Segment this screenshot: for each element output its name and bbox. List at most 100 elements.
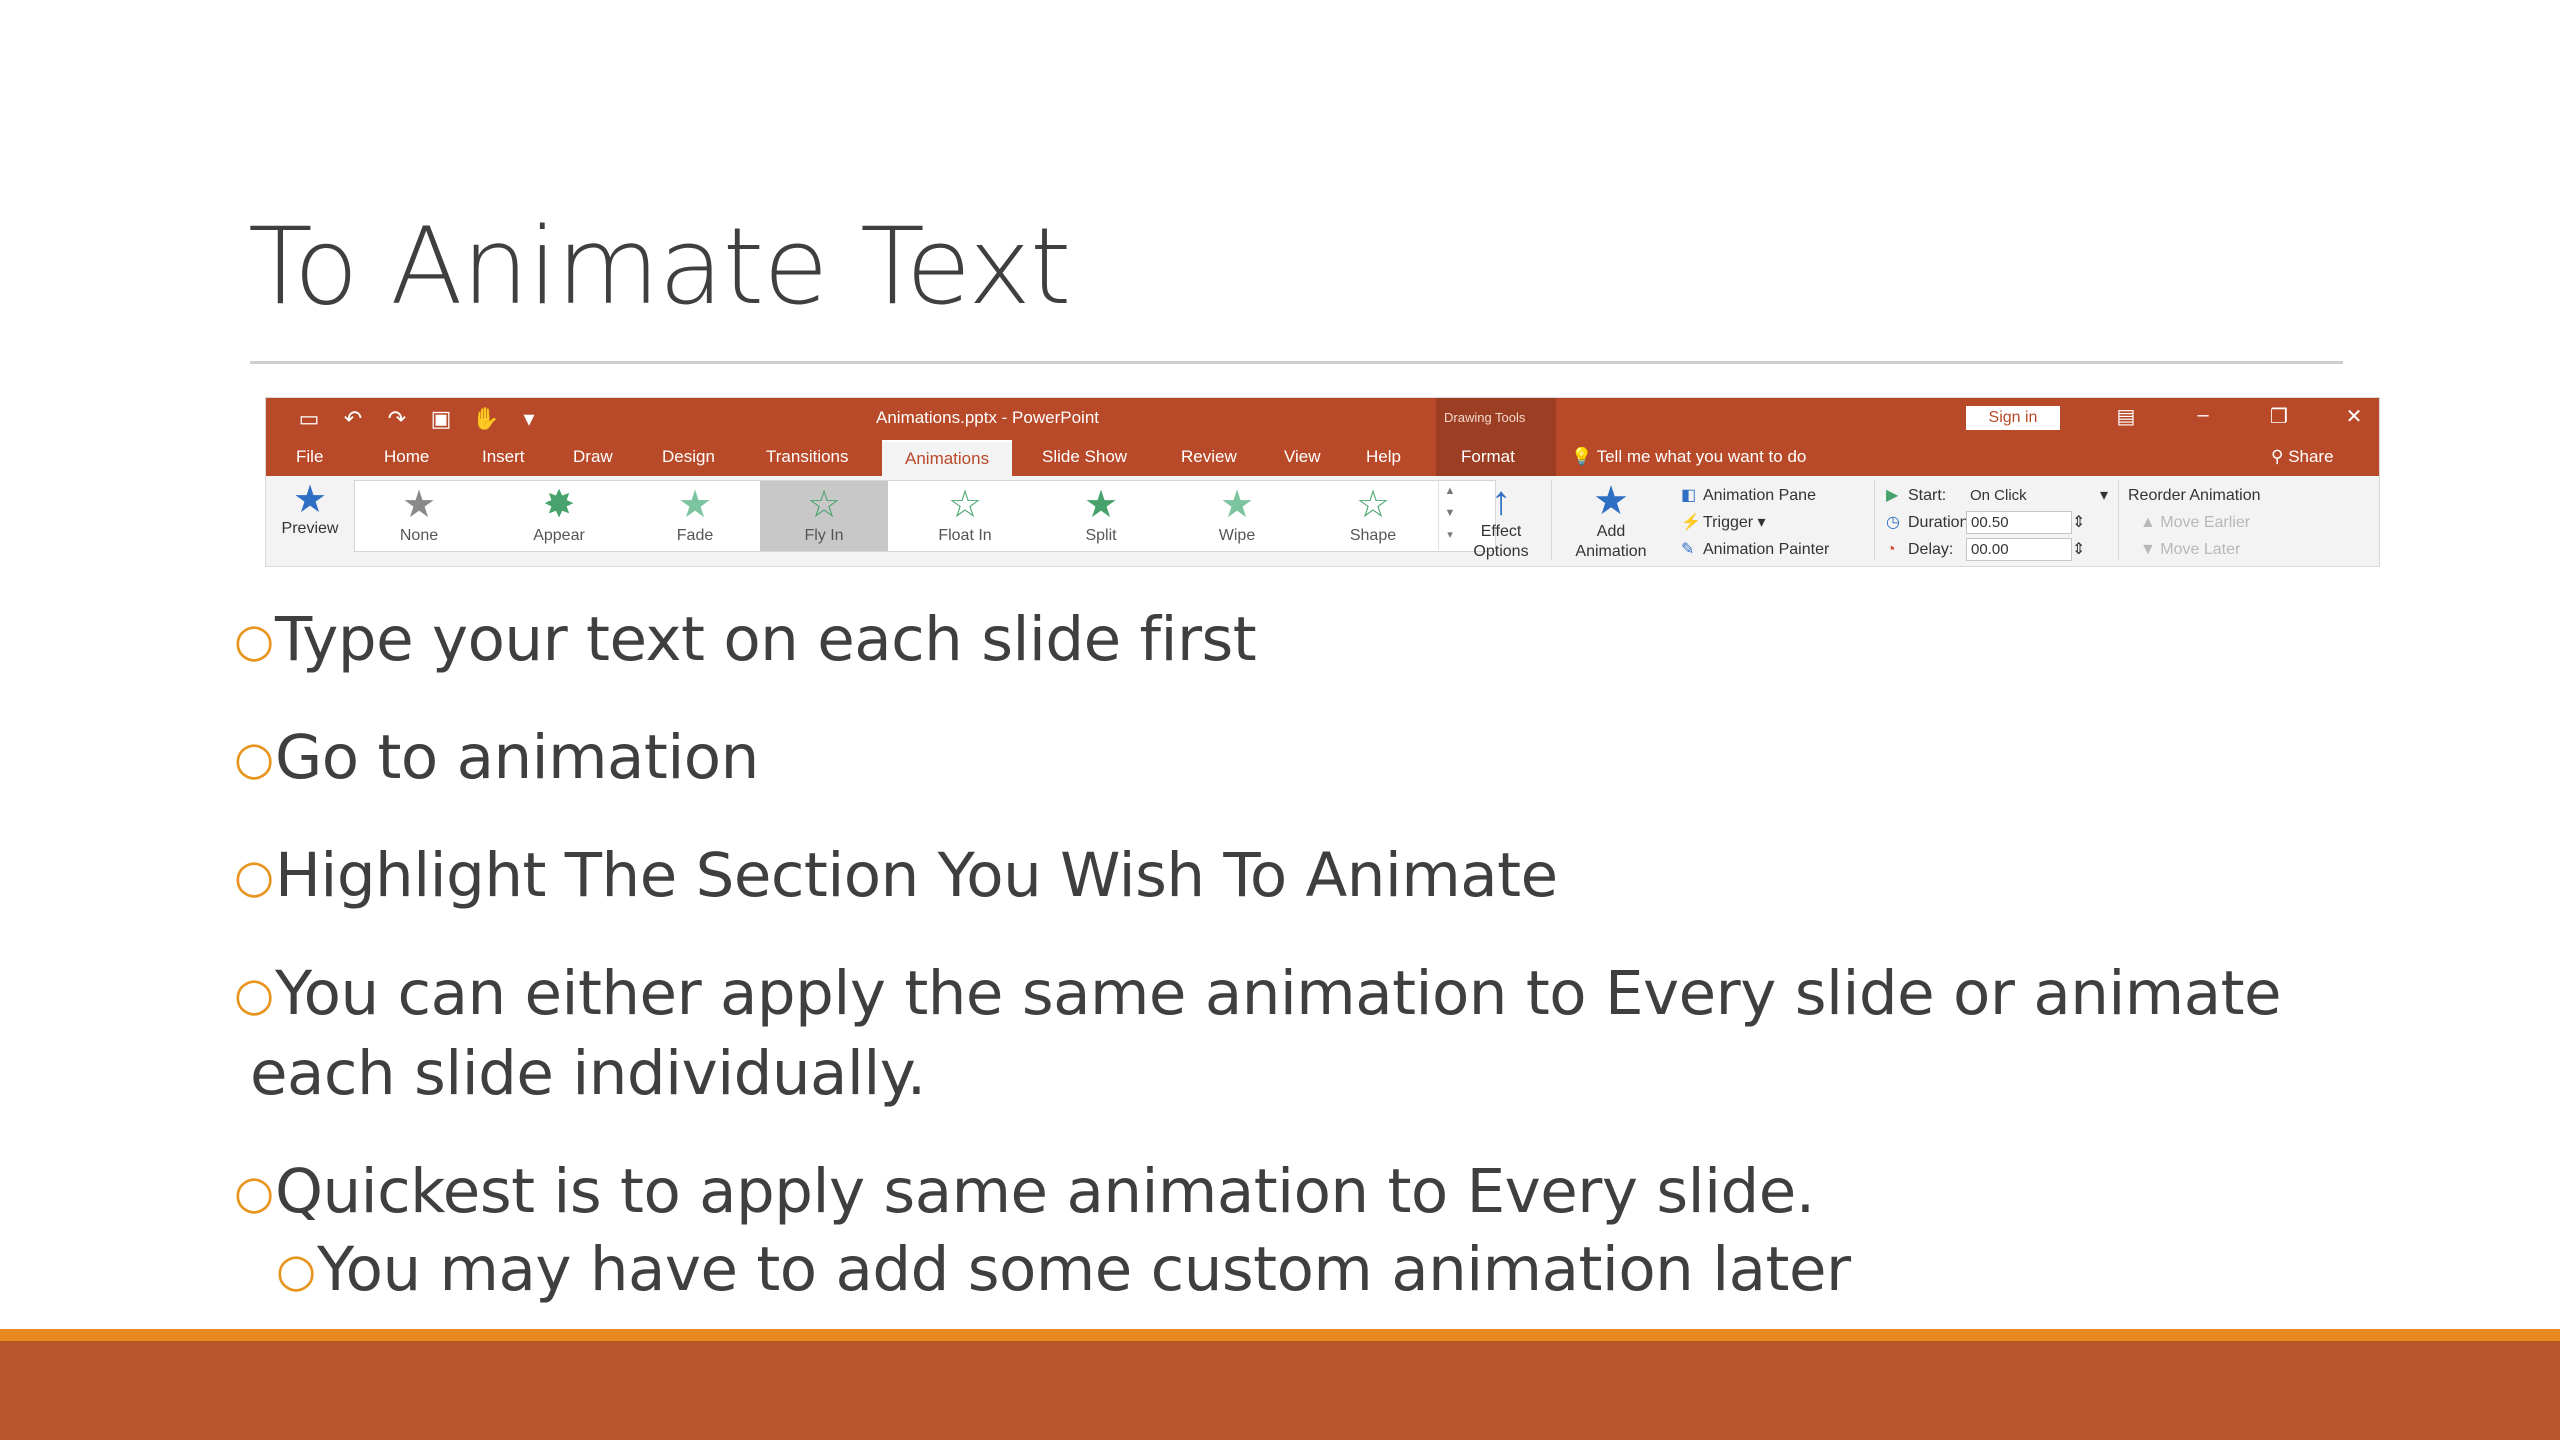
add-animation-label-2: Animation [1575,543,1647,560]
animation-float-in[interactable]: ☆ Float In [901,481,1029,551]
ribbon-display-icon[interactable]: ▤ [2111,404,2141,429]
duration-stepper[interactable]: ⇕ [2072,509,2085,536]
star-icon: ☆ [947,484,983,526]
animation-label: Shape [1349,527,1397,544]
start-row: ▶ Start: On Click ▾ [1886,482,2108,509]
animation-label: Fly In [804,527,844,544]
restore-icon[interactable]: ❐ [2264,404,2294,429]
tab-transitions[interactable]: Transitions [766,440,849,476]
chevron-down-icon[interactable]: ▾ [2100,482,2108,509]
tab-slide-show[interactable]: Slide Show [1042,440,1127,476]
tell-me-label: Tell me what you want to do [1596,447,1807,466]
bullet-text: You can either apply the same animation … [275,958,2282,1029]
star-icon: ★ [401,484,437,526]
scroll-down-icon[interactable]: ▼ [1439,502,1461,524]
lightning-icon: ⚡ [1681,514,1701,531]
play-icon: ▶ [1886,487,1899,504]
start-select[interactable]: On Click [1966,482,2100,509]
tab-view[interactable]: View [1284,440,1321,476]
circle-bullet-icon: ○ [234,613,274,667]
drawing-tools-label: Drawing Tools [1444,410,1526,425]
footer-bar [0,1341,2560,1440]
animation-painter-button[interactable]: ✎ Animation Painter [1681,536,1829,563]
tell-me-search[interactable]: 💡 Tell me what you want to do [1571,440,1806,476]
animation-fade[interactable]: ★ Fade [631,481,759,551]
animation-label: Fade [676,527,714,544]
trigger-button[interactable]: ⚡ Trigger ▾ [1681,509,1829,536]
animation-none[interactable]: ★ None [355,481,483,551]
tab-file[interactable]: File [296,440,323,476]
person-icon: ⚲ [2271,447,2284,466]
move-earlier-button[interactable]: ▲ Move Earlier [2128,509,2261,536]
sign-in-button[interactable]: Sign in [1966,406,2060,430]
more-icon[interactable]: ▾ [1439,524,1461,546]
bullet-item: ○ You can either apply the same animation… [230,954,2330,1114]
clock-icon: ◷ [1886,514,1900,531]
animation-label: Float In [938,527,992,544]
minimize-icon[interactable]: – [2188,404,2218,427]
animation-appear[interactable]: ✸ Appear [495,481,623,551]
duration-label: Duration: [1908,514,1973,531]
star-icon: ☆ [1355,484,1391,526]
delay-input[interactable]: 00.00 [1966,538,2072,561]
timer-icon: ◔ [1886,541,1896,558]
bullet-text: Highlight The Section You Wish To Animat… [275,840,1558,911]
tab-animations[interactable]: Animations [882,440,1013,476]
move-earlier-label: Move Earlier [2160,514,2251,531]
duration-input[interactable]: 00.50 [1966,511,2072,534]
delay-label: Delay: [1908,541,1954,558]
tab-review[interactable]: Review [1181,440,1237,476]
bullet-item: ○ Highlight The Section You Wish To Anima… [230,836,2330,916]
document-title: Animations.pptx - PowerPoint [876,408,1099,427]
undo-icon[interactable]: ↶ [340,406,366,432]
redo-icon[interactable]: ↷ [384,406,410,432]
timing-group: ▶ Start: On Click ▾ ◷ Duration: 00.50 ⇕ ◔ Dela… [1886,482,2108,563]
present-icon[interactable]: ▣ [428,406,454,432]
circle-bullet-icon: ○ [234,1165,274,1219]
duration-row: ◷ Duration: 00.50 ⇕ [1886,509,2108,536]
bullet-item: ○ Type your text on each slide first [230,600,2330,680]
animation-pane-icon: ◧ [1681,487,1697,504]
gallery-scroll[interactable]: ▲ ▼ ▾ [1438,480,1461,550]
animation-pane-button[interactable]: ◧ Animation Pane [1681,482,1829,509]
close-icon[interactable]: ✕ [2339,404,2369,429]
animation-split[interactable]: ★ Split [1037,481,1165,551]
quick-access-toolbar: ▭ ↶ ↷ ▣ ✋ ▾ [296,406,542,432]
delay-stepper[interactable]: ⇕ [2072,536,2085,563]
scroll-up-icon[interactable]: ▲ [1439,480,1461,502]
customize-toolbar-icon[interactable]: ▾ [516,406,542,432]
bullet-text: Quickest is to apply same animation to E… [275,1156,1815,1227]
reorder-title: Reorder Animation [2128,487,2261,504]
star-icon: ★ [1219,484,1255,526]
tab-draw[interactable]: Draw [573,440,613,476]
share-button[interactable]: ⚲ Share [2271,440,2334,476]
move-later-button[interactable]: ▼ Move Later [2128,536,2261,563]
add-animation-button[interactable]: ★ Add Animation [1561,480,1661,562]
touch-mode-icon[interactable]: ✋ [472,406,499,432]
painter-icon: ✎ [1681,541,1695,558]
move-later-label: Move Later [2160,541,2241,558]
group-divider [1874,480,1875,560]
tab-help[interactable]: Help [1366,440,1401,476]
save-icon[interactable]: ▭ [296,406,322,432]
tab-design[interactable]: Design [662,440,715,476]
bullet-item: ○ Go to animation [230,718,2330,798]
animation-shape[interactable]: ☆ Shape [1309,481,1437,551]
ribbon-screenshot: ▭ ↶ ↷ ▣ ✋ ▾ Animations.pptx - PowerPoint… [265,397,2380,567]
animation-painter-label: Animation Painter [1703,541,1830,558]
animation-label: Appear [533,527,585,544]
delay-row: ◔ Delay: 00.00 ⇕ [1886,536,2108,563]
circle-bullet-icon: ○ [276,1243,316,1297]
animation-fly-in[interactable]: ☆ Fly In [760,481,888,551]
animation-wipe[interactable]: ★ Wipe [1173,481,1301,551]
group-divider [2118,480,2119,560]
bullet-text: Type your text on each slide first [275,604,1257,675]
animation-label: Wipe [1218,527,1256,544]
footer-accent-bar [0,1329,2560,1341]
up-arrow-icon: ↑ [1491,479,1511,523]
tab-format[interactable]: Format [1461,440,1515,476]
preview-button[interactable]: ★ Preview [270,480,350,538]
tab-insert[interactable]: Insert [482,440,525,476]
tab-home[interactable]: Home [384,440,429,476]
effect-options-button[interactable]: ↑ Effect Options [1461,480,1541,562]
